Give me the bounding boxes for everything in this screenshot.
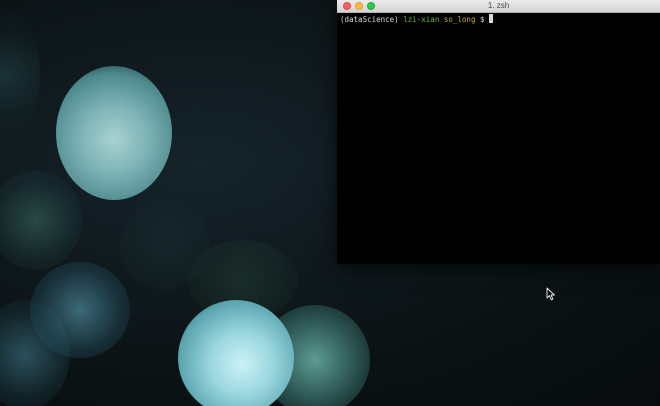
mouse-pointer-icon — [546, 287, 555, 301]
prompt-user: lzi-xian — [403, 15, 440, 24]
terminal-content[interactable]: (dataScience) lzi-xian so_long $ — [340, 14, 494, 25]
terminal-titlebar[interactable]: 1. zsh — [337, 0, 660, 13]
wallpaper-bokeh — [56, 66, 172, 200]
terminal-window[interactable]: 1. zsh (dataScience) lzi-xian so_long $ — [337, 0, 660, 264]
prompt-directory: so_long — [443, 15, 476, 24]
wallpaper-bokeh — [0, 10, 40, 140]
window-title: 1. zsh — [487, 1, 510, 10]
text-cursor — [489, 14, 494, 23]
wallpaper-bokeh — [0, 170, 82, 270]
wallpaper-bokeh — [178, 300, 294, 406]
wallpaper-bokeh — [30, 262, 130, 358]
prompt-env: (dataScience) — [340, 15, 399, 24]
prompt-symbol: $ — [479, 15, 485, 24]
